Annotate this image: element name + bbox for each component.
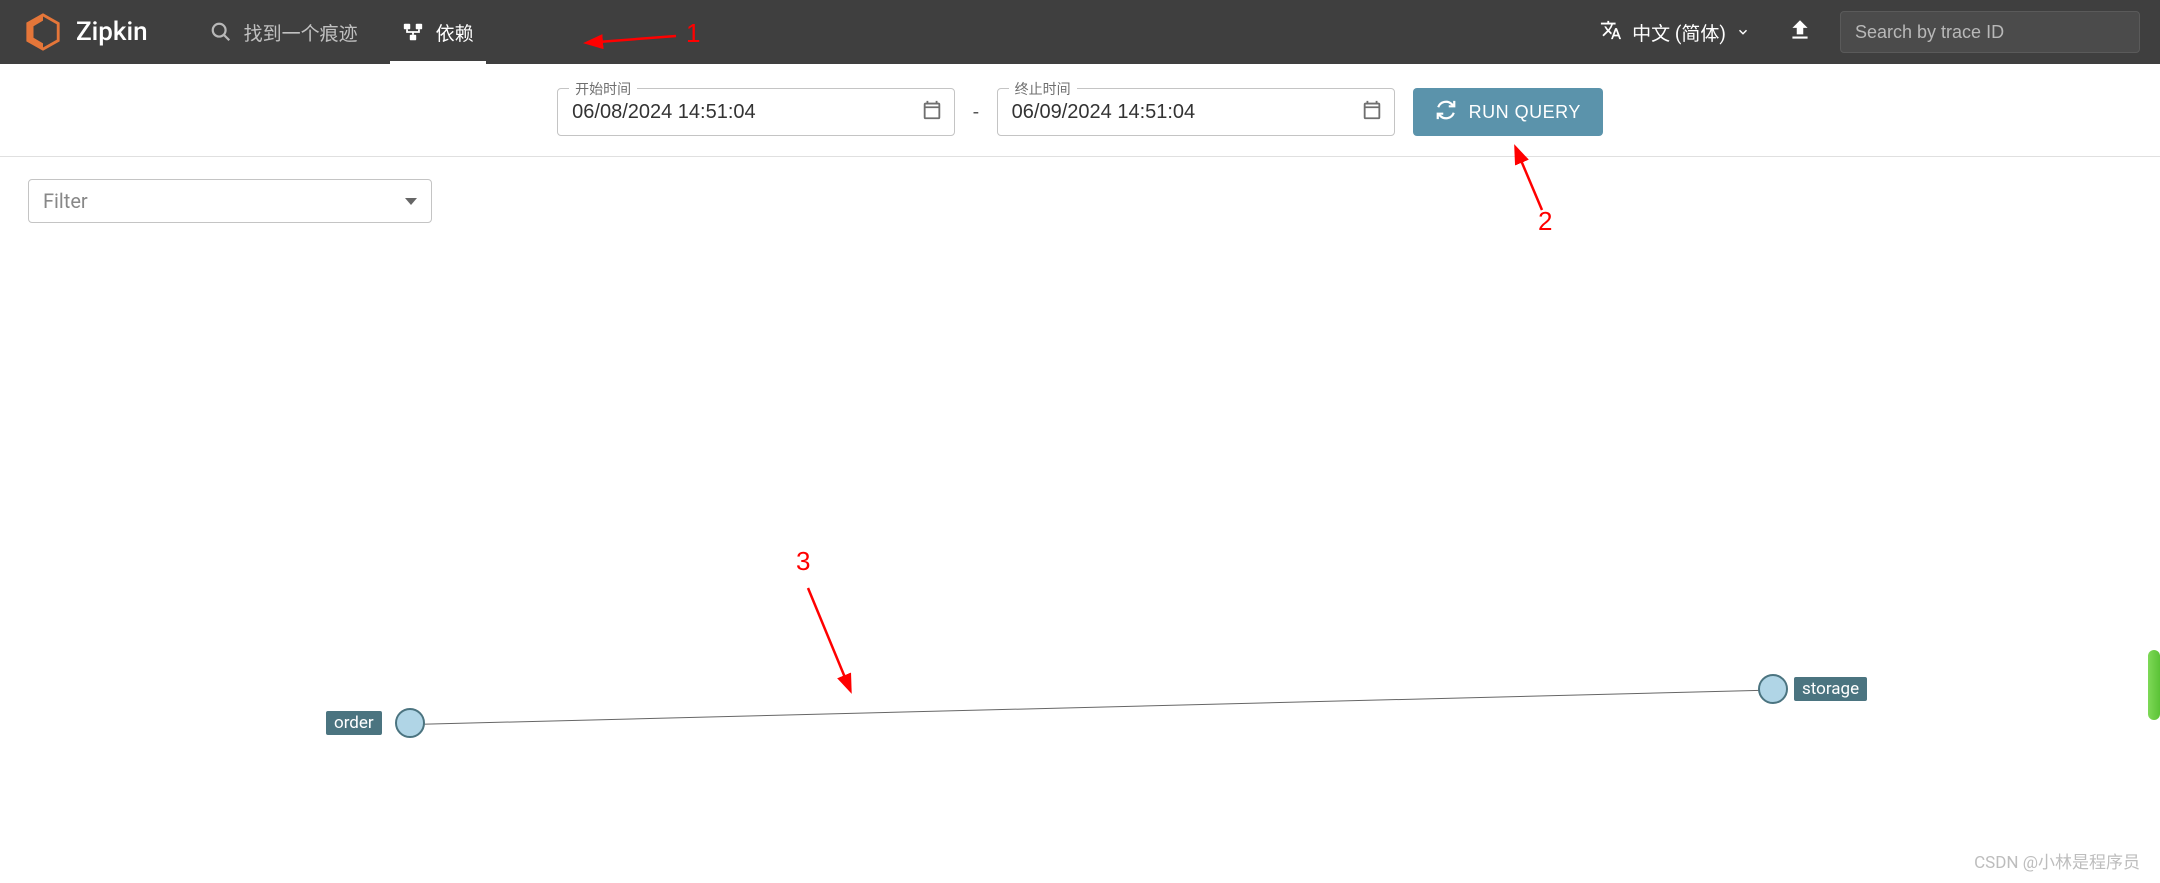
filter-placeholder: Filter bbox=[43, 189, 88, 213]
scrollbar-thumb[interactable] bbox=[2148, 650, 2160, 720]
calendar-icon[interactable] bbox=[921, 99, 943, 125]
time-range-dash: - bbox=[973, 100, 979, 124]
dependency-icon bbox=[402, 21, 424, 43]
nav-dependencies[interactable]: 依赖 bbox=[380, 0, 496, 64]
graph-node-storage[interactable] bbox=[1758, 674, 1788, 704]
end-time-field[interactable]: 终止时间 bbox=[997, 88, 1395, 136]
language-selector[interactable]: 中文 (简体) bbox=[1600, 19, 1750, 46]
refresh-icon bbox=[1435, 99, 1457, 126]
search-icon bbox=[210, 21, 232, 43]
filter-row: Filter bbox=[0, 157, 2160, 223]
translate-icon bbox=[1600, 19, 1622, 46]
end-time-label: 终止时间 bbox=[1009, 79, 1077, 99]
start-time-label: 开始时间 bbox=[569, 79, 637, 99]
brand-name: Zipkin bbox=[76, 17, 148, 47]
annotation-label-2: 2 bbox=[1538, 206, 1552, 237]
dependency-graph[interactable]: order storage bbox=[0, 270, 2160, 883]
app-header: Zipkin 找到一个痕迹 依赖 中文 (简体) bbox=[0, 0, 2160, 64]
nav-find-trace[interactable]: 找到一个痕迹 bbox=[188, 0, 380, 64]
upload-icon bbox=[1787, 17, 1813, 47]
upload-button[interactable] bbox=[1780, 12, 1820, 52]
run-query-button[interactable]: RUN QUERY bbox=[1413, 88, 1603, 136]
nav-find-trace-label: 找到一个痕迹 bbox=[244, 19, 358, 46]
filter-dropdown[interactable]: Filter bbox=[28, 179, 432, 223]
watermark-text: CSDN @小林是程序员 bbox=[1974, 848, 2140, 873]
graph-node-order-label: order bbox=[326, 711, 382, 735]
trace-search-input[interactable] bbox=[1855, 22, 2125, 43]
annotation-label-3: 3 bbox=[796, 546, 810, 577]
nav-dependencies-label: 依赖 bbox=[436, 19, 474, 46]
main-nav: 找到一个痕迹 依赖 bbox=[188, 0, 496, 64]
query-bar: 开始时间 - 终止时间 RUN QUERY bbox=[0, 64, 2160, 157]
brand-block: Zipkin bbox=[24, 13, 148, 51]
chevron-down-icon bbox=[1736, 21, 1750, 44]
graph-node-order[interactable] bbox=[395, 708, 425, 738]
graph-node-storage-label: storage bbox=[1794, 677, 1867, 701]
language-label: 中文 (简体) bbox=[1632, 19, 1726, 46]
chevron-down-icon bbox=[405, 198, 417, 205]
calendar-icon[interactable] bbox=[1361, 99, 1383, 125]
start-time-field[interactable]: 开始时间 bbox=[557, 88, 955, 136]
zipkin-logo-icon bbox=[24, 13, 62, 51]
graph-edge bbox=[412, 690, 1770, 725]
annotation-label-1: 1 bbox=[686, 18, 700, 49]
run-query-label: RUN QUERY bbox=[1469, 102, 1581, 123]
trace-search-box[interactable] bbox=[1840, 11, 2140, 53]
